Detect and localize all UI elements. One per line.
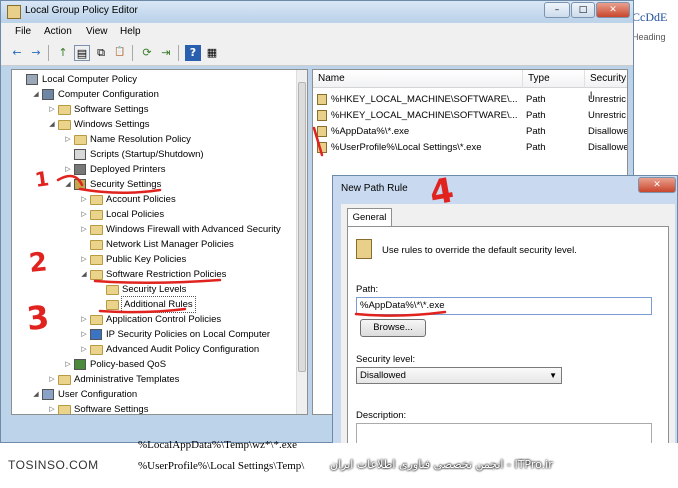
highlight-mark [312, 126, 324, 157]
annotation-4: 4 [427, 170, 457, 214]
annotation-2: 2 [28, 247, 49, 279]
annotation-3: 3 [25, 298, 51, 338]
underline-mark [56, 174, 84, 187]
path-value-underline [354, 310, 447, 317]
annotation-layer: 1 2 3 4 [25, 126, 457, 338]
security-settings-underline [78, 187, 162, 195]
software-restriction-underline [93, 278, 222, 285]
additional-rules-underline [98, 307, 187, 314]
annotation-1: 1 [33, 166, 50, 192]
